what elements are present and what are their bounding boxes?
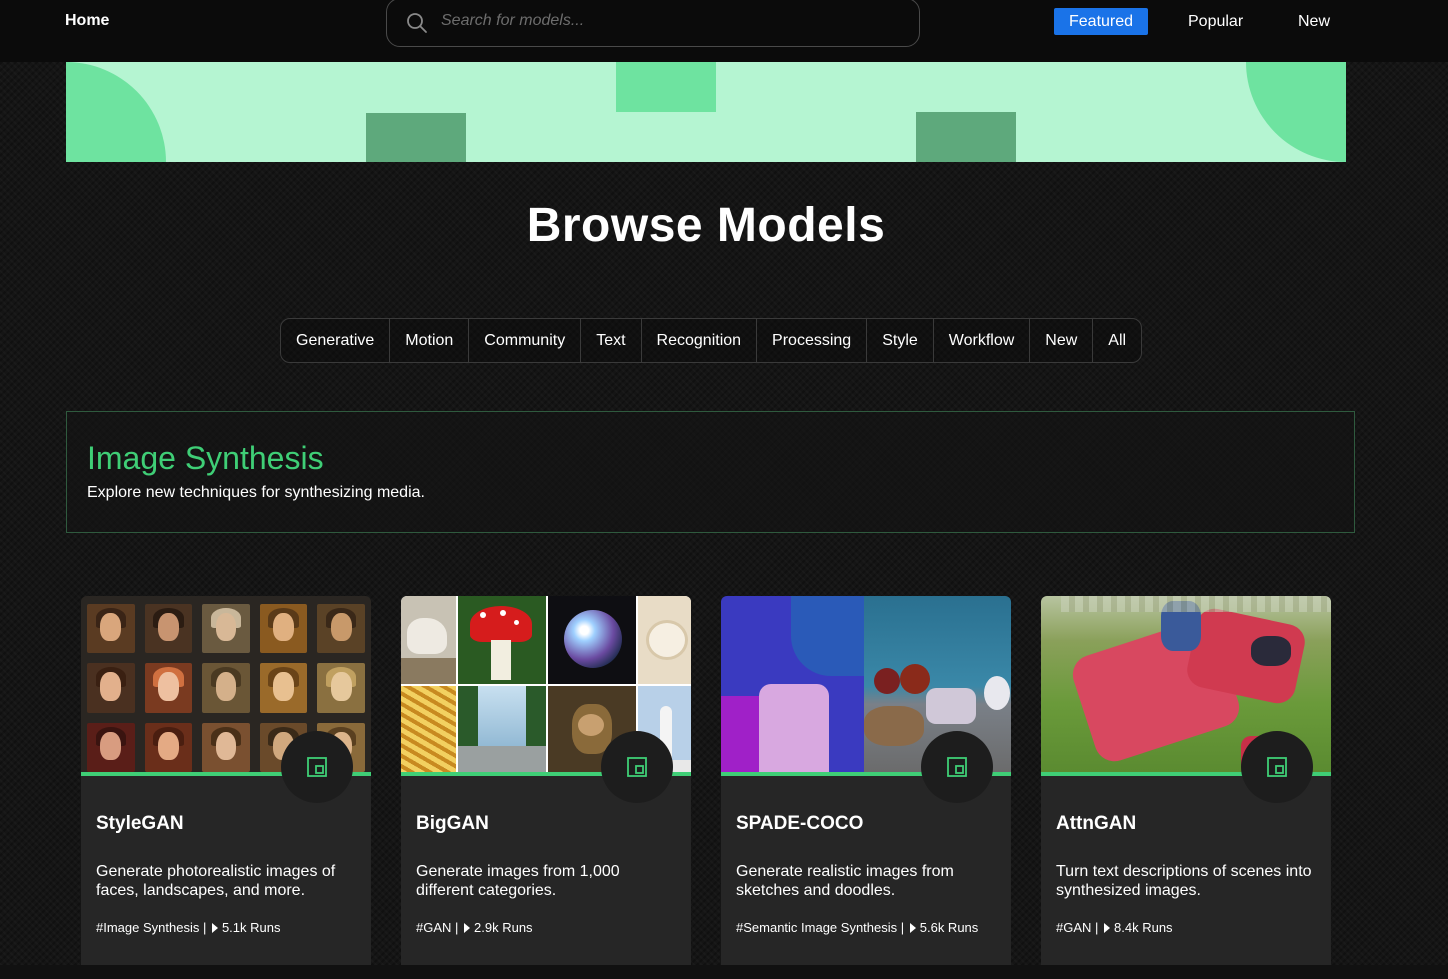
play-icon (909, 923, 916, 933)
category-tab-new[interactable]: New (1030, 319, 1094, 362)
sort-tab-popular[interactable]: Popular (1173, 8, 1258, 35)
category-tab-all[interactable]: All (1093, 319, 1141, 362)
model-tag[interactable]: #GAN (1056, 920, 1091, 935)
expand-button[interactable] (921, 731, 993, 803)
expand-icon (1267, 757, 1287, 777)
expand-icon (947, 757, 967, 777)
model-description: Generate realistic images from sketches … (736, 863, 954, 899)
top-navigation: Home Featured Popular New (0, 0, 1448, 62)
category-tab-motion[interactable]: Motion (390, 319, 470, 362)
play-icon (1104, 923, 1111, 933)
category-tab-processing[interactable]: Processing (757, 319, 868, 362)
model-tag[interactable]: #Semantic Image Synthesis (736, 920, 897, 935)
sort-tab-featured[interactable]: Featured (1054, 8, 1149, 35)
banner-block (616, 62, 716, 112)
model-card-attngan[interactable]: AttnGAN Turn text descriptions of scenes… (1041, 596, 1331, 976)
model-meta: #Semantic Image Synthesis | 5.6k Runs (736, 920, 979, 935)
model-meta: #Image Synthesis | 5.1k Runs (96, 920, 281, 935)
section-header: Image Synthesis Explore new techniques f… (66, 411, 1355, 533)
model-runs: 2.9k Runs (474, 920, 533, 935)
model-title[interactable]: AttnGAN (1056, 813, 1136, 835)
expand-button[interactable] (281, 731, 353, 803)
banner-circle-left (66, 62, 166, 162)
home-link[interactable]: Home (65, 12, 109, 30)
search-icon (407, 13, 427, 33)
search-input[interactable] (441, 9, 901, 33)
section-title: Image Synthesis (87, 440, 324, 476)
banner-block (366, 113, 466, 162)
model-description: Generate images from 1,000 different cat… (416, 863, 620, 899)
model-description: Generate photorealistic images of faces,… (96, 863, 336, 899)
model-runs: 8.4k Runs (1114, 920, 1173, 935)
page-title: Browse Models (526, 199, 886, 252)
model-runs: 5.6k Runs (919, 920, 979, 935)
category-tab-workflow[interactable]: Workflow (934, 319, 1031, 362)
model-title[interactable]: SPADE-COCO (736, 813, 863, 835)
model-card-spade-coco[interactable]: SPADE-COCO Generate realistic images fro… (721, 596, 1011, 976)
expand-button[interactable] (601, 731, 673, 803)
sort-tab-new[interactable]: New (1283, 8, 1345, 35)
model-description: Turn text descriptions of scenes into sy… (1056, 863, 1312, 899)
play-icon (211, 923, 218, 933)
model-title[interactable]: StyleGAN (96, 813, 184, 835)
footer-strip (0, 965, 1448, 979)
search-box[interactable] (386, 0, 920, 47)
banner-circle-right (1246, 62, 1346, 162)
category-tab-community[interactable]: Community (469, 319, 582, 362)
category-tab-text[interactable]: Text (581, 319, 642, 362)
category-tab-style[interactable]: Style (867, 319, 934, 362)
expand-icon (307, 757, 327, 777)
category-tab-generative[interactable]: Generative (281, 319, 391, 362)
model-meta: #GAN | 2.9k Runs (416, 920, 533, 935)
expand-button[interactable] (1241, 731, 1313, 803)
model-tag[interactable]: #Image Synthesis (96, 920, 199, 935)
section-subtitle: Explore new techniques for synthesizing … (87, 484, 425, 501)
hero-banner (66, 62, 1346, 162)
expand-icon (627, 757, 647, 777)
play-icon (464, 923, 471, 933)
model-title[interactable]: BigGAN (416, 813, 489, 835)
model-meta: #GAN | 8.4k Runs (1056, 920, 1173, 935)
model-runs: 5.1k Runs (221, 920, 281, 935)
model-card-biggan[interactable]: BigGAN Generate images from 1,000 differ… (401, 596, 691, 976)
banner-block (916, 112, 1016, 162)
category-tabs: Generative Motion Community Text Recogni… (280, 318, 1143, 363)
category-tab-recognition[interactable]: Recognition (642, 319, 758, 362)
model-card-stylegan[interactable]: StyleGAN Generate photorealistic images … (81, 596, 371, 976)
model-tag[interactable]: #GAN (416, 920, 451, 935)
